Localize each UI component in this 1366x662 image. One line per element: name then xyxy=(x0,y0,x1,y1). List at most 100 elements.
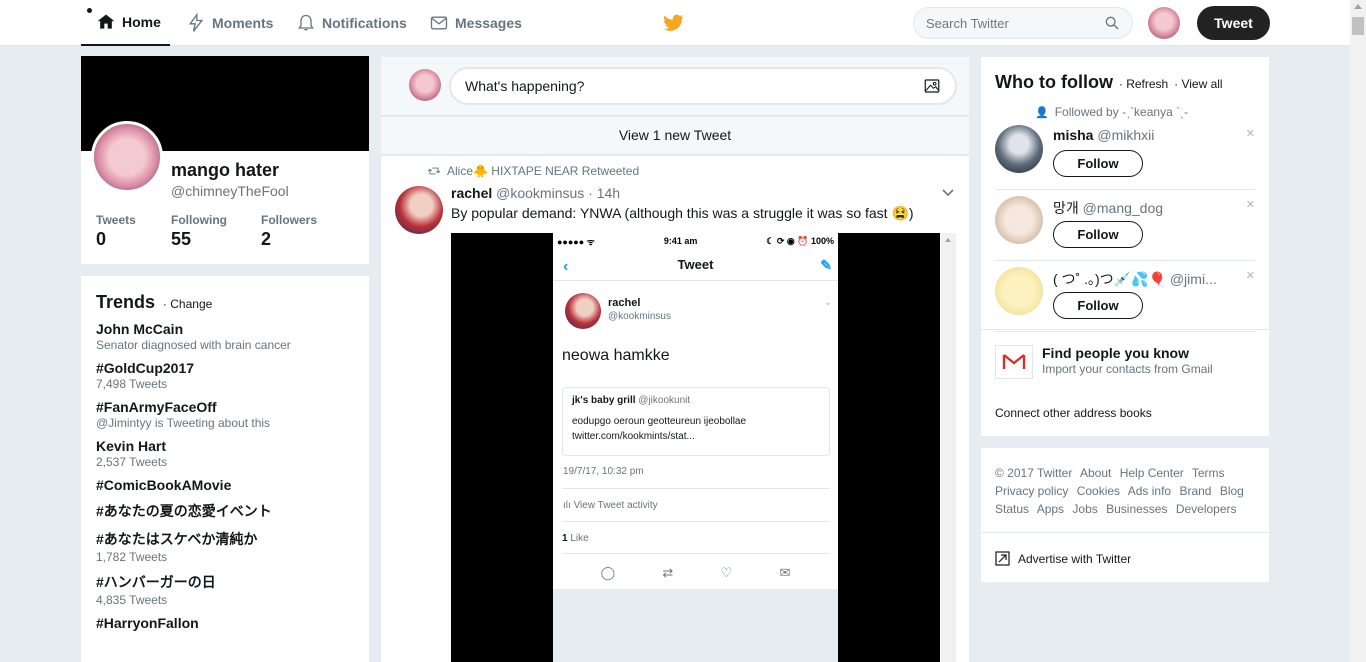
phone-tweet-date: 19/7/17, 10:32 pm xyxy=(563,466,644,477)
phone-carrier: ●●●●● ᯤ xyxy=(557,236,595,247)
phone-tweet-name: rachel xyxy=(608,297,641,309)
trend-name: #FanArmyFaceOff xyxy=(96,399,217,415)
advertise-label: Advertise with Twitter xyxy=(1018,551,1132,566)
suggestion-name: misha xyxy=(1053,127,1094,143)
trends-change-label: Change xyxy=(170,297,213,311)
profile-handle[interactable]: @chimneyTheFool xyxy=(171,183,289,199)
suggestion-avatar[interactable] xyxy=(995,267,1043,315)
footer-link[interactable]: Privacy policy xyxy=(995,484,1068,498)
page-scrollbar[interactable] xyxy=(1350,0,1366,662)
find-people-subtitle: Import your contacts from Gmail xyxy=(1042,362,1213,376)
tweet[interactable]: Alice🐥 HIXTAPE NEAR Retweeted rachel @ko… xyxy=(381,156,969,662)
follow-button[interactable]: Follow xyxy=(1053,221,1143,248)
stat-following[interactable]: Following 55 xyxy=(171,213,227,250)
tweet-button[interactable]: Tweet xyxy=(1197,6,1270,40)
suggestion-avatar[interactable] xyxy=(995,125,1043,173)
trend-item[interactable]: #あなたはスケベか清純か 1,782 Tweets xyxy=(96,529,354,564)
trend-name: #ComicBookAMovie xyxy=(96,477,232,493)
bell-icon xyxy=(298,14,314,31)
connect-address-books-link[interactable]: Connect other address books xyxy=(995,406,1152,420)
profile-name[interactable]: mango hater xyxy=(171,160,279,181)
tweet-media-image[interactable]: ●●●●● ᯤ 9:41 am ☾ ⟳ ◉ ⏰ 100% ‹ Tweet ✎ r… xyxy=(451,233,940,662)
follow-button[interactable]: Follow xyxy=(1053,150,1143,177)
trend-item[interactable]: #GoldCup2017 7,498 Tweets xyxy=(96,360,354,391)
profile-avatar[interactable] xyxy=(91,121,163,193)
dismiss-close-icon[interactable]: ✕ xyxy=(1246,198,1255,211)
search-input[interactable] xyxy=(926,15,1104,31)
trend-item[interactable]: #HarryonFallon xyxy=(96,615,354,631)
footer-link[interactable]: Jobs xyxy=(1072,502,1097,516)
suggestion-identity[interactable]: 망개 @mang_dog xyxy=(1053,198,1243,218)
refresh-link[interactable]: · Refresh xyxy=(1119,77,1168,91)
footer-link[interactable]: © 2017 Twitter xyxy=(995,466,1072,480)
media-scrollbar[interactable] xyxy=(941,233,956,662)
scroll-up-arrow-icon[interactable] xyxy=(945,238,951,242)
nav-moments[interactable]: Moments xyxy=(186,0,273,46)
suggestion-identity[interactable]: misha @mikhxii xyxy=(1053,127,1243,143)
nav-notifications[interactable]: Notifications xyxy=(296,0,407,46)
profile-card: mango hater @chimneyTheFool Tweets 0 Fol… xyxy=(81,56,369,264)
trend-item[interactable]: #ComicBookAMovie xyxy=(96,477,354,493)
view-new-tweets-bar[interactable]: View 1 new Tweet xyxy=(381,117,969,155)
nav-home[interactable]: Home xyxy=(81,0,170,46)
scrollbar-thumb[interactable] xyxy=(1352,17,1364,35)
footer-link[interactable]: Brand xyxy=(1179,484,1211,498)
advertise-link[interactable]: Advertise with Twitter xyxy=(995,551,1131,566)
trends-change-link[interactable]: · Change xyxy=(163,297,212,311)
footer-link[interactable]: Cookies xyxy=(1077,484,1120,498)
scroll-up-arrow-icon[interactable] xyxy=(1354,4,1362,9)
footer-link[interactable]: Terms xyxy=(1192,466,1225,480)
retweet-context[interactable]: Alice🐥 HIXTAPE NEAR Retweeted xyxy=(427,164,639,178)
suggestion-identity[interactable]: ( つ˚ .｡)つ💉💦🎈 @jimi... xyxy=(1053,269,1243,289)
tweet-author-avatar[interactable] xyxy=(395,186,443,234)
trend-item[interactable]: #あなたの夏の恋愛イベント xyxy=(96,501,354,521)
reply-icon: ◯ xyxy=(600,565,616,580)
search-icon[interactable] xyxy=(1104,15,1120,31)
quote-name: jk's baby grill xyxy=(572,395,636,406)
footer-link[interactable]: Help Center xyxy=(1120,466,1184,480)
trend-item[interactable]: #FanArmyFaceOff @Jimintyy is Tweeting abo… xyxy=(96,399,354,430)
phone-lower-area xyxy=(553,589,838,662)
footer-link[interactable]: Developers xyxy=(1176,502,1237,516)
phone-tweet-text: neowa hamkke xyxy=(562,347,670,364)
dismiss-close-icon[interactable]: ✕ xyxy=(1246,269,1255,282)
footer-link[interactable]: About xyxy=(1080,466,1111,480)
phone-likes-label: Like xyxy=(570,533,589,544)
stat-tweets[interactable]: Tweets 0 xyxy=(96,213,136,250)
nav-messages[interactable]: Messages xyxy=(429,0,522,46)
stat-followers[interactable]: Followers 2 xyxy=(261,213,317,250)
trend-item[interactable]: Kevin Hart 2,537 Tweets xyxy=(96,438,354,469)
tweet-author-handle[interactable]: @kookminsus xyxy=(496,185,584,201)
trend-name: #GoldCup2017 xyxy=(96,360,195,376)
phone-divider xyxy=(562,521,830,522)
suggestion-avatar[interactable] xyxy=(995,196,1043,244)
trend-item[interactable]: #ハンバーガーの日 4,835 Tweets xyxy=(96,572,354,607)
stat-value: 55 xyxy=(171,229,192,249)
phone-screenshot: ●●●●● ᯤ 9:41 am ☾ ⟳ ◉ ⏰ 100% ‹ Tweet ✎ r… xyxy=(553,233,838,662)
footer-link[interactable]: Ads info xyxy=(1128,484,1171,498)
trend-name: Kevin Hart xyxy=(96,438,167,454)
image-upload-icon[interactable] xyxy=(923,77,941,95)
footer-link[interactable]: Blog xyxy=(1220,484,1244,498)
compose-input[interactable]: What's happening? xyxy=(449,67,957,105)
follow-button[interactable]: Follow xyxy=(1053,292,1143,319)
tweet-timestamp[interactable]: · 14h xyxy=(588,185,620,201)
search-box[interactable] xyxy=(913,7,1133,39)
phone-divider xyxy=(562,488,830,489)
dismiss-close-icon[interactable]: ✕ xyxy=(1246,127,1255,140)
footer-link[interactable]: Businesses xyxy=(1106,502,1167,516)
footer-link[interactable]: Status xyxy=(995,502,1029,516)
footer-link[interactable]: Apps xyxy=(1037,502,1064,516)
tweet-author-name[interactable]: rachel xyxy=(451,185,492,201)
view-all-link[interactable]: · View all xyxy=(1174,77,1222,91)
phone-divider xyxy=(562,553,830,554)
envelope-icon: ✉ xyxy=(779,565,791,580)
retweet-context-label: Alice🐥 HIXTAPE NEAR Retweeted xyxy=(447,164,640,178)
nav-notifications-label: Notifications xyxy=(322,15,407,31)
follow-suggestion: ( つ˚ .｡)つ💉💦🎈 @jimi... Follow ✕ xyxy=(995,261,1255,332)
trend-name: #HarryonFallon xyxy=(96,615,199,631)
twitter-bird-logo-icon[interactable] xyxy=(662,12,684,34)
account-avatar[interactable] xyxy=(1148,7,1180,39)
trend-item[interactable]: John McCain Senator diagnosed with brain … xyxy=(96,321,354,352)
chevron-down-icon[interactable] xyxy=(942,189,954,197)
